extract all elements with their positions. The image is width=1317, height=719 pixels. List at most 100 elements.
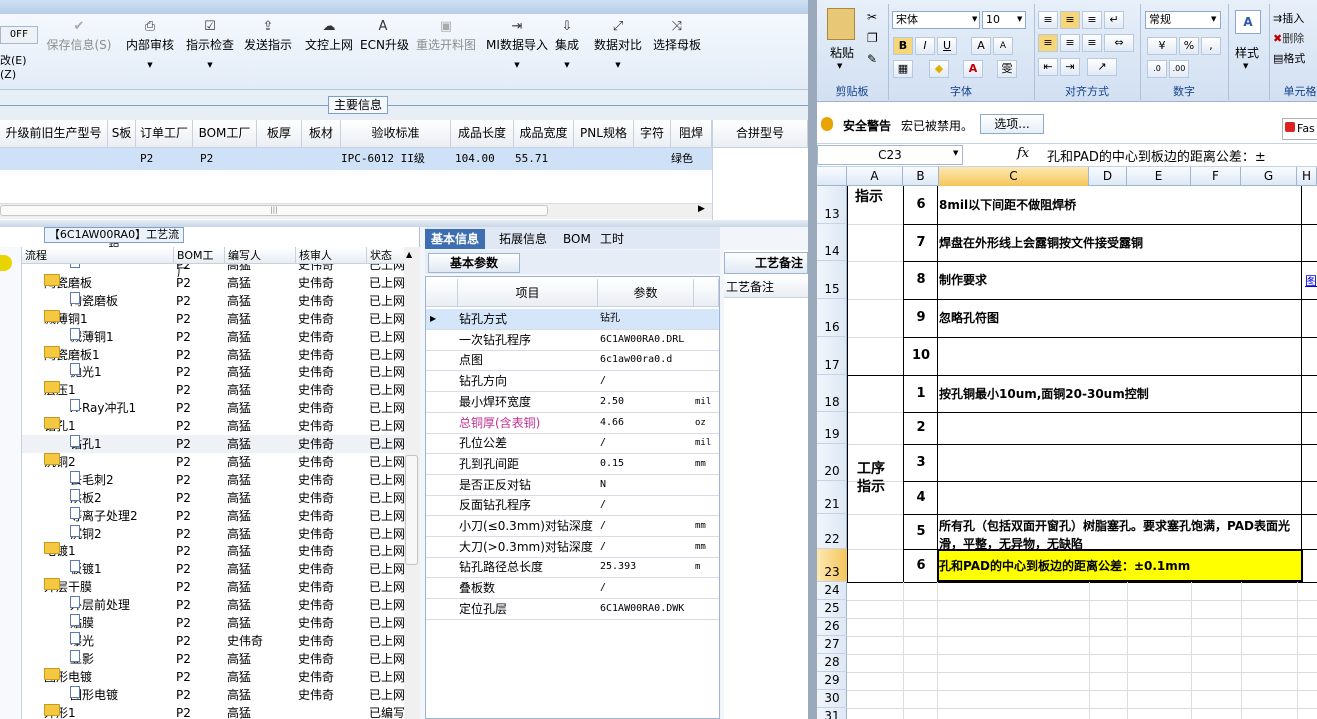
number-format-dropdown-icon[interactable]: ▼	[1211, 15, 1216, 23]
grow-font-button[interactable]: A	[971, 37, 991, 55]
tab-param-4[interactable]: 工时	[594, 229, 630, 249]
param-value[interactable]: 4.66	[600, 413, 624, 433]
param-value[interactable]: /	[600, 371, 606, 391]
scroll-right-arrow-icon[interactable]: ▶	[698, 204, 705, 214]
tree-row[interactable]: X-Ray冲孔1 P2 高猛 史伟奇 已上网	[22, 399, 404, 417]
toolbar-button-7[interactable]: ▣ 重选开料图	[415, 18, 477, 86]
tree-row[interactable]: −图形电镀 P2 高猛 史伟奇 已上网	[22, 667, 404, 686]
tree-node[interactable]: −外层干膜	[44, 578, 92, 596]
tree-row[interactable]: 陶瓷磨板 P2 高猛 史伟奇 已上网	[22, 291, 404, 310]
increase-indent-button[interactable]: ⇥	[1060, 58, 1080, 76]
cell-text[interactable]: 焊盘在外形线上会露铜按文件接受露铜	[939, 234, 1309, 252]
param-value[interactable]: 0.15	[600, 454, 624, 474]
borders-button[interactable]: ▦	[893, 60, 913, 78]
tree-node[interactable]: 图形电镀	[70, 685, 118, 704]
cell-number[interactable]: 2	[906, 412, 936, 444]
param-value[interactable]: 25.393	[600, 557, 636, 577]
styles-dropdown-icon[interactable]: ▼	[1243, 62, 1248, 70]
tree-node[interactable]: −减薄铜1	[44, 309, 88, 328]
tree-row[interactable]: 去毛刺2 P2 高猛 史伟奇 已上网	[22, 470, 404, 489]
tree-node[interactable]: 沉铜2	[70, 524, 102, 543]
underline-button[interactable]: U	[937, 37, 957, 55]
row-header[interactable]: 25	[817, 600, 847, 618]
tree-vscroll-thumb[interactable]	[405, 455, 418, 565]
main-grid-row[interactable]: P2 P2 IPC-6012 II级 104.00 55.71 绿色	[0, 148, 712, 170]
chevron-down-icon[interactable]: ▼	[554, 58, 580, 72]
tree-row[interactable]: −外层干膜 P2 高猛 史伟奇 已上网	[22, 578, 404, 596]
row-header[interactable]: 30	[817, 690, 847, 708]
tree-col-header[interactable]: BOM工厂	[174, 247, 225, 279]
param-value[interactable]: N	[600, 475, 606, 495]
main-grid-col-header[interactable]: 验收标准	[341, 120, 451, 148]
insert-function-button[interactable]: fx	[1017, 146, 1029, 161]
toolbar-button-5[interactable]: ☁ 文控上网	[301, 18, 357, 86]
tab-param-3[interactable]: BOM	[557, 229, 597, 249]
copy-icon[interactable]: ❐	[867, 31, 878, 45]
tree-node[interactable]: 外层前处理	[70, 596, 130, 614]
cell-number[interactable]: 8	[906, 261, 936, 299]
process-note-column[interactable]: 工艺备注	[724, 276, 808, 298]
tree-row[interactable]: −减薄铜1 P2 高猛 史伟奇 已上网	[22, 309, 404, 328]
param-row[interactable]: 定位孔层 6C1AW00RA0.DWK	[426, 599, 719, 620]
cell-text[interactable]: 所有孔（包括双面开窗孔）树脂塞孔。要求塞孔饱满，PAD表面光滑，平整，无异物，无…	[939, 517, 1309, 553]
cell-number[interactable]: 1	[906, 375, 936, 412]
tree-node[interactable]: 贴膜	[70, 614, 94, 632]
edit-menu[interactable]: 改(E)	[0, 52, 27, 68]
toolbar-button-1[interactable]: ✔ 保存信息(S)	[44, 18, 114, 86]
column-header[interactable]: H	[1297, 167, 1317, 186]
param-row[interactable]: 点图 6c1aw00ra0.d	[426, 350, 719, 372]
styles-icon[interactable]: A	[1235, 10, 1261, 34]
formula-input[interactable]: 孔和PAD的中心到板边的距离公差：±	[1047, 146, 1266, 165]
toolbar-button-2[interactable]: ⎙ 内部审核 ▼	[122, 18, 178, 86]
align-center-button[interactable]: ≡	[1060, 34, 1080, 52]
paste-icon[interactable]	[827, 8, 855, 40]
param-row[interactable]: 大刀(>0.3mm)对钻深度 / mm	[426, 537, 719, 558]
align-right-button[interactable]: ≡	[1082, 34, 1102, 52]
row-header[interactable]: 26	[817, 618, 847, 636]
cell-text[interactable]: 制作要求	[939, 271, 1309, 289]
param-value[interactable]: /	[600, 495, 606, 515]
param-value[interactable]: 6c1aw00ra0.d	[600, 350, 672, 370]
cell-text[interactable]: 忽略孔符图	[939, 309, 1309, 327]
increase-decimal-button[interactable]: .0	[1147, 60, 1167, 78]
row-header[interactable]: 21	[817, 481, 847, 514]
param-row[interactable]: 钻孔方向 /	[426, 371, 719, 393]
column-header[interactable]: E	[1127, 167, 1191, 186]
toolbar-button-10[interactable]: ⤢ 数据对比 ▼	[592, 18, 644, 86]
main-grid-col-header[interactable]: PNL规格	[574, 120, 634, 148]
column-header[interactable]: A	[847, 167, 903, 186]
row-header[interactable]: 27	[817, 636, 847, 654]
param-value[interactable]: 钻孔	[600, 309, 620, 329]
wrap-text-button[interactable]: ↵	[1104, 11, 1124, 29]
tree-node[interactable]: 显影	[70, 649, 94, 668]
tree-row[interactable]: P2 高猛 史伟奇 已上网	[22, 264, 404, 274]
cell-number[interactable]: 9	[906, 299, 936, 337]
tree-row[interactable]: 减薄铜1 P2 高猛 史伟奇 已上网	[22, 327, 404, 346]
tab-param-2[interactable]: 拓展信息	[493, 229, 553, 249]
toolbar-button-9[interactable]: ⇩ 集成 ▼	[554, 18, 580, 86]
column-header[interactable]: F	[1191, 167, 1241, 186]
chevron-down-icon[interactable]: ▼	[122, 58, 178, 72]
tree-node[interactable]: 去毛刺2	[70, 470, 114, 489]
paste-dropdown-icon[interactable]: ▼	[837, 62, 842, 70]
number-format-select[interactable]: 常规	[1145, 11, 1221, 29]
tree-row[interactable]: 曝光 P2 史伟奇 史伟奇 已上网	[22, 631, 404, 650]
param-value[interactable]: /	[600, 516, 606, 536]
tree-col-header[interactable]: 核审人	[296, 247, 367, 264]
row-header[interactable]: 24	[817, 582, 847, 600]
toolbar-button-11[interactable]: ⤨ 选择母板	[651, 18, 703, 86]
main-grid-col-header[interactable]: 订单工厂	[136, 120, 193, 148]
tree-col-header[interactable]: 编写人	[225, 247, 296, 264]
cell-number[interactable]: 5	[906, 514, 936, 549]
tree-node[interactable]: 板镀1	[70, 560, 102, 578]
tree-node[interactable]: 钻孔1	[70, 435, 102, 453]
row-header[interactable]: 17	[817, 337, 847, 375]
tree-row[interactable]: 钻孔1 P2 高猛 史伟奇 已上网	[22, 435, 404, 453]
tree-node[interactable]: 抛光1	[70, 363, 102, 381]
align-top-button[interactable]: ≡	[1038, 11, 1058, 29]
align-bottom-button[interactable]: ≡	[1082, 11, 1102, 29]
merge-center-button[interactable]: ⇔	[1104, 34, 1134, 52]
tree-row[interactable]: −陶瓷磨板1 P2 高猛 史伟奇 已上网	[22, 345, 404, 364]
name-box-dropdown-icon[interactable]: ▼	[953, 149, 958, 157]
font-size-dropdown-icon[interactable]: ▼	[1017, 15, 1022, 23]
